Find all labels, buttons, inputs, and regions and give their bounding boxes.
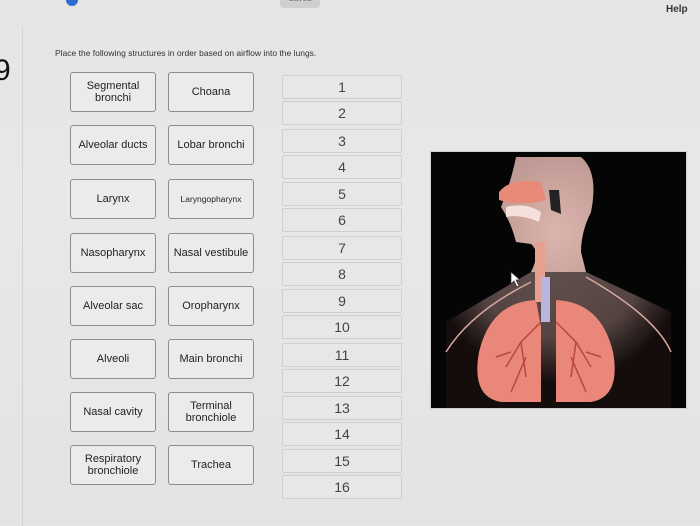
draggable-item[interactable]: Laryngopharynx <box>168 179 254 219</box>
drop-slot-4[interactable]: 4 <box>282 155 402 179</box>
trachea-shape <box>541 277 550 322</box>
draggable-item[interactable]: Alveoli <box>70 339 156 379</box>
drop-slot-5[interactable]: 5 <box>282 182 402 206</box>
draggable-item[interactable]: Segmental bronchi <box>70 72 156 112</box>
draggable-item[interactable]: Terminal bronchiole <box>168 392 254 432</box>
draggable-item[interactable]: Larynx <box>70 179 156 219</box>
draggable-item[interactable]: Alveolar ducts <box>70 125 156 165</box>
drop-slot-11[interactable]: 11 <box>282 343 402 367</box>
drop-slot-2[interactable]: 2 <box>282 101 402 125</box>
respiratory-diagram <box>430 151 687 409</box>
drop-slot-13[interactable]: 13 <box>282 396 402 420</box>
drop-slot-15[interactable]: 15 <box>282 449 402 473</box>
drop-slot-1[interactable]: 1 <box>282 75 402 99</box>
draggable-item[interactable]: Nasal vestibule <box>168 233 254 273</box>
drop-slot-10[interactable]: 10 <box>282 315 402 339</box>
draggable-item[interactable]: Choana <box>168 72 254 112</box>
drop-slot-8[interactable]: 8 <box>282 262 402 286</box>
top-bar: Saved Help <box>0 0 700 20</box>
drop-slot-3[interactable]: 3 <box>282 129 402 153</box>
drop-slot-16[interactable]: 16 <box>282 475 402 499</box>
drop-slot-12[interactable]: 12 <box>282 369 402 393</box>
draggable-item[interactable]: Main bronchi <box>168 339 254 379</box>
question-prompt: Place the following structures in order … <box>55 48 317 58</box>
drop-slot-9[interactable]: 9 <box>282 289 402 313</box>
question-number: 9 <box>0 54 11 87</box>
draggable-item[interactable]: Lobar bronchi <box>168 125 254 165</box>
info-icon[interactable] <box>66 0 78 6</box>
draggable-item[interactable]: Respiratory bronchiole <box>70 445 156 485</box>
draggable-item[interactable]: Oropharynx <box>168 286 254 326</box>
draggable-item[interactable]: Nasopharynx <box>70 233 156 273</box>
saved-status: Saved <box>280 0 320 8</box>
nasal-cavity-shape <box>499 180 546 204</box>
draggable-item[interactable]: Nasal cavity <box>70 392 156 432</box>
drop-slot-6[interactable]: 6 <box>282 208 402 232</box>
respiratory-illustration <box>431 157 686 408</box>
drop-slot-7[interactable]: 7 <box>282 236 402 260</box>
help-link[interactable]: Help <box>666 4 688 15</box>
draggable-item[interactable]: Alveolar sac <box>70 286 156 326</box>
drop-slot-14[interactable]: 14 <box>282 422 402 446</box>
draggable-item[interactable]: Trachea <box>168 445 254 485</box>
question-number-panel <box>0 26 23 526</box>
